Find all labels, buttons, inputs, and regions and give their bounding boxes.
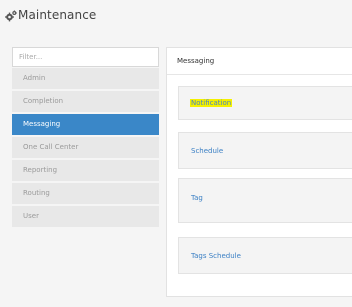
filter-input[interactable]	[12, 47, 159, 67]
sidebar-item-one-call-center[interactable]: One Call Center	[12, 137, 159, 158]
gears-icon	[5, 10, 17, 22]
schedule-link[interactable]: Schedule	[191, 147, 223, 155]
sidebar-nav: Admin Completion Messaging One Call Cent…	[12, 68, 159, 227]
sidebar: Admin Completion Messaging One Call Cent…	[12, 47, 159, 229]
notification-card[interactable]: Notification	[178, 86, 352, 120]
sidebar-item-messaging[interactable]: Messaging	[12, 114, 159, 135]
sidebar-item-completion[interactable]: Completion	[12, 91, 159, 112]
panel-title: Messaging	[167, 48, 352, 75]
page-header: Maintenance	[0, 0, 352, 36]
tag-link[interactable]: Tag	[191, 194, 203, 202]
tag-card[interactable]: Tag	[178, 178, 352, 223]
tags-schedule-card[interactable]: Tags Schedule	[178, 237, 352, 274]
sidebar-item-routing[interactable]: Routing	[12, 183, 159, 204]
tags-schedule-link[interactable]: Tags Schedule	[191, 252, 241, 260]
page-title: Maintenance	[18, 8, 97, 22]
sidebar-item-user[interactable]: User	[12, 206, 159, 227]
sidebar-item-reporting[interactable]: Reporting	[12, 160, 159, 181]
notification-link[interactable]: Notification	[190, 99, 233, 107]
messaging-panel: Messaging Notification Schedule Tag Tags…	[166, 47, 352, 297]
sidebar-item-admin[interactable]: Admin	[12, 68, 159, 89]
schedule-card[interactable]: Schedule	[178, 132, 352, 169]
